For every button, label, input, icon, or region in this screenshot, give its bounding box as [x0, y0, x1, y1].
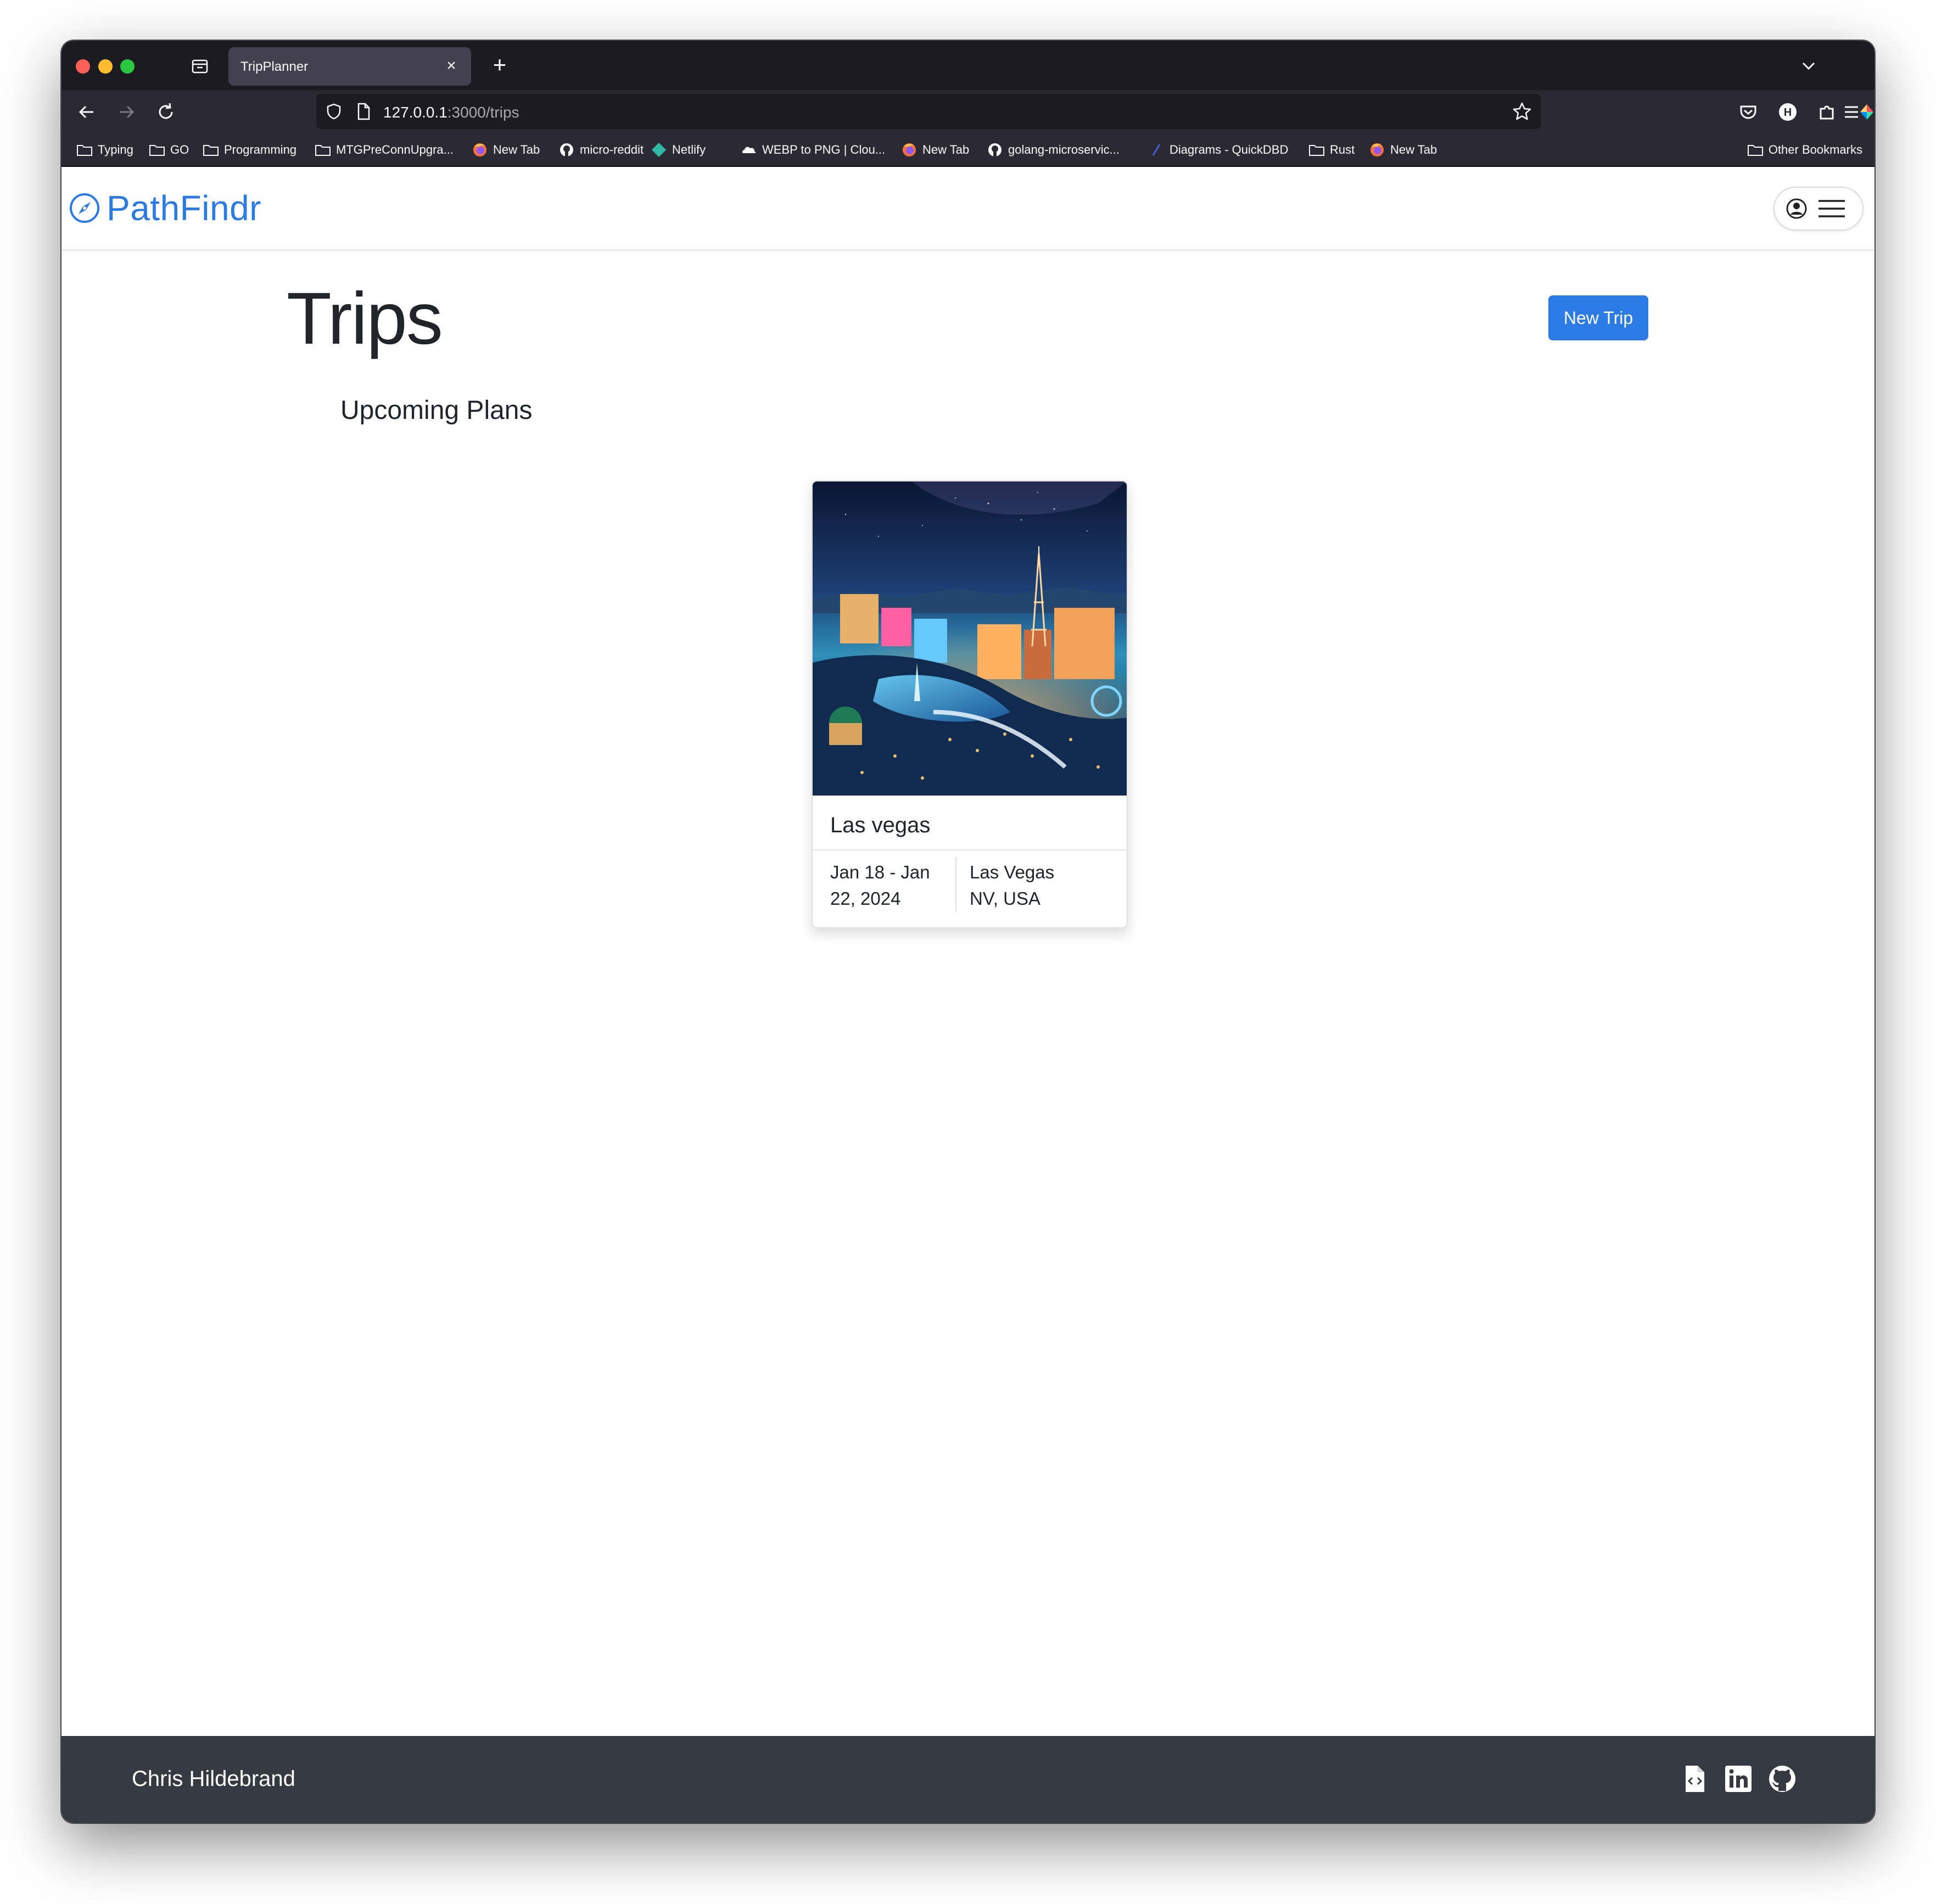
- bookmark-item[interactable]: WEBP to PNG | Clou...: [740, 141, 885, 159]
- brand-name: PathFindr: [107, 188, 261, 228]
- bookmark-label: New Tab: [1390, 143, 1437, 156]
- bookmark-label: micro-reddit: [580, 143, 644, 156]
- brand-link[interactable]: PathFindr: [68, 188, 261, 228]
- bookmark-label: Programming: [224, 143, 297, 156]
- other-bookmarks[interactable]: Other Bookmarks: [1747, 141, 1862, 159]
- bookmark-item[interactable]: New Tab: [1368, 141, 1437, 159]
- new-trip-button[interactable]: New Trip: [1548, 295, 1648, 340]
- url-path: :3000/trips: [447, 104, 519, 121]
- trip-cover-image[interactable]: [813, 481, 1127, 796]
- navigation-toolbar: 127.0.0.1:3000/trips H: [61, 90, 1875, 134]
- folder-icon: [203, 145, 219, 156]
- footer-author-name: Chris Hildebrand: [132, 1767, 295, 1791]
- tab-list-icon[interactable]: [190, 56, 210, 76]
- bookmark-label: New Tab: [922, 143, 970, 156]
- bookmark-item[interactable]: New Tab: [900, 141, 969, 159]
- trip-dates-line2: 22, 2024: [830, 888, 901, 909]
- tab-title: TripPlanner: [240, 59, 309, 74]
- maximize-window-button[interactable]: [120, 59, 135, 74]
- new-tab-button[interactable]: +: [488, 53, 512, 77]
- firefox-icon: [903, 143, 916, 156]
- url-bar[interactable]: 127.0.0.1:3000/trips: [316, 94, 1541, 129]
- firefox-icon: [473, 143, 486, 156]
- bookmark-item[interactable]: golang-microservic...: [986, 141, 1120, 159]
- card-vertical-divider: [955, 857, 956, 912]
- bookmark-label: Diagrams - QuickDBD: [1170, 143, 1289, 156]
- web-page: PathFindr Trips New Trip Upcoming Plans: [61, 167, 1875, 1823]
- bookmark-item[interactable]: New Tab: [471, 141, 540, 159]
- firefox-icon: [1370, 143, 1384, 156]
- trip-name: Las vegas: [830, 813, 931, 837]
- user-avatar-icon: [1786, 198, 1807, 219]
- page-icon: [357, 103, 370, 120]
- bookmark-label: Netlify: [672, 143, 706, 156]
- site-footer: Chris Hildebrand: [61, 1736, 1875, 1823]
- bookmark-item[interactable]: Rust: [1308, 141, 1355, 159]
- trip-dates-line1: Jan 18 - Jan: [830, 862, 930, 882]
- page-title: Trips: [287, 278, 443, 360]
- bookmark-label: New Tab: [493, 143, 540, 156]
- bookmark-label: GO: [170, 143, 189, 156]
- trip-card[interactable]: Las vegas Jan 18 - Jan 22, 2024 Las Vega…: [812, 480, 1128, 928]
- folder-icon: [315, 145, 331, 156]
- url-text[interactable]: 127.0.0.1:3000/trips: [383, 104, 519, 121]
- github-icon[interactable]: [1767, 1763, 1798, 1794]
- bookmark-label: Typing: [98, 143, 133, 156]
- svg-text:H: H: [1784, 107, 1792, 119]
- other-bookmarks-label: Other Bookmarks: [1768, 143, 1862, 156]
- card-divider: [813, 849, 1127, 850]
- resume-file-icon[interactable]: [1679, 1763, 1710, 1794]
- bookmark-star-icon[interactable]: [1511, 100, 1533, 122]
- folder-icon: [149, 145, 165, 156]
- close-window-button[interactable]: [76, 59, 90, 74]
- chevron-down-icon[interactable]: [1798, 55, 1820, 77]
- bookmark-item[interactable]: Diagrams - QuickDBD: [1148, 141, 1288, 159]
- extension-h-icon[interactable]: H: [1776, 100, 1800, 124]
- app-menu-icon[interactable]: [1839, 100, 1864, 124]
- folder-icon: [1747, 145, 1763, 156]
- folder-icon: [77, 145, 92, 156]
- close-tab-icon[interactable]: ×: [441, 56, 461, 76]
- compass-icon: [70, 193, 99, 223]
- trip-location-line1: Las Vegas: [970, 862, 1055, 882]
- netlify-icon: [652, 143, 666, 157]
- hamburger-menu-icon: [1819, 200, 1845, 217]
- tab-tripplanner[interactable]: TripPlanner ×: [228, 47, 471, 86]
- bookmark-item[interactable]: Typing: [76, 141, 133, 159]
- bookmark-label: WEBP to PNG | Clou...: [762, 143, 886, 156]
- reload-icon[interactable]: [154, 100, 178, 124]
- folder-icon: [1309, 145, 1324, 156]
- trip-location: Las Vegas NV, USA: [970, 859, 1112, 912]
- browser-window: TripPlanner × + 127.0.0.1:3000/trips H T…: [61, 41, 1875, 1823]
- shield-icon[interactable]: [324, 102, 344, 121]
- minimize-window-button[interactable]: [98, 59, 113, 74]
- back-arrow-icon[interactable]: [75, 100, 99, 124]
- trip-dates: Jan 18 - Jan 22, 2024: [830, 859, 945, 912]
- linkedin-icon[interactable]: [1723, 1763, 1754, 1794]
- bookmark-item[interactable]: Netlify: [650, 141, 706, 159]
- bookmark-item[interactable]: MTGPreConnUpgra...: [314, 141, 454, 159]
- site-header: PathFindr: [61, 167, 1875, 250]
- url-host: 127.0.0.1: [383, 104, 447, 121]
- bookmark-label: Rust: [1330, 143, 1355, 156]
- upcoming-plans-heading: Upcoming Plans: [340, 396, 533, 425]
- bookmark-item[interactable]: Programming: [202, 141, 296, 159]
- bookmark-item[interactable]: micro-reddit: [558, 141, 644, 159]
- bookmarks-toolbar: Typing GO Programming MTGPreConnUpgra... New…: [61, 134, 1875, 167]
- bookmark-label: golang-microservic...: [1008, 143, 1120, 156]
- bookmark-item[interactable]: GO: [148, 141, 189, 159]
- user-menu-button[interactable]: [1773, 187, 1864, 231]
- trip-location-line2: NV, USA: [970, 888, 1041, 909]
- github-icon: [988, 143, 1001, 156]
- forward-arrow-icon[interactable]: [114, 100, 138, 124]
- extensions-puzzle-icon[interactable]: [1815, 100, 1839, 124]
- github-icon: [560, 143, 573, 156]
- bookmark-label: MTGPreConnUpgra...: [336, 143, 454, 156]
- cloud-icon: [742, 147, 756, 153]
- pocket-icon[interactable]: [1736, 100, 1760, 124]
- quickdbd-icon: [1152, 144, 1161, 156]
- tab-bar: TripPlanner × +: [61, 41, 1875, 90]
